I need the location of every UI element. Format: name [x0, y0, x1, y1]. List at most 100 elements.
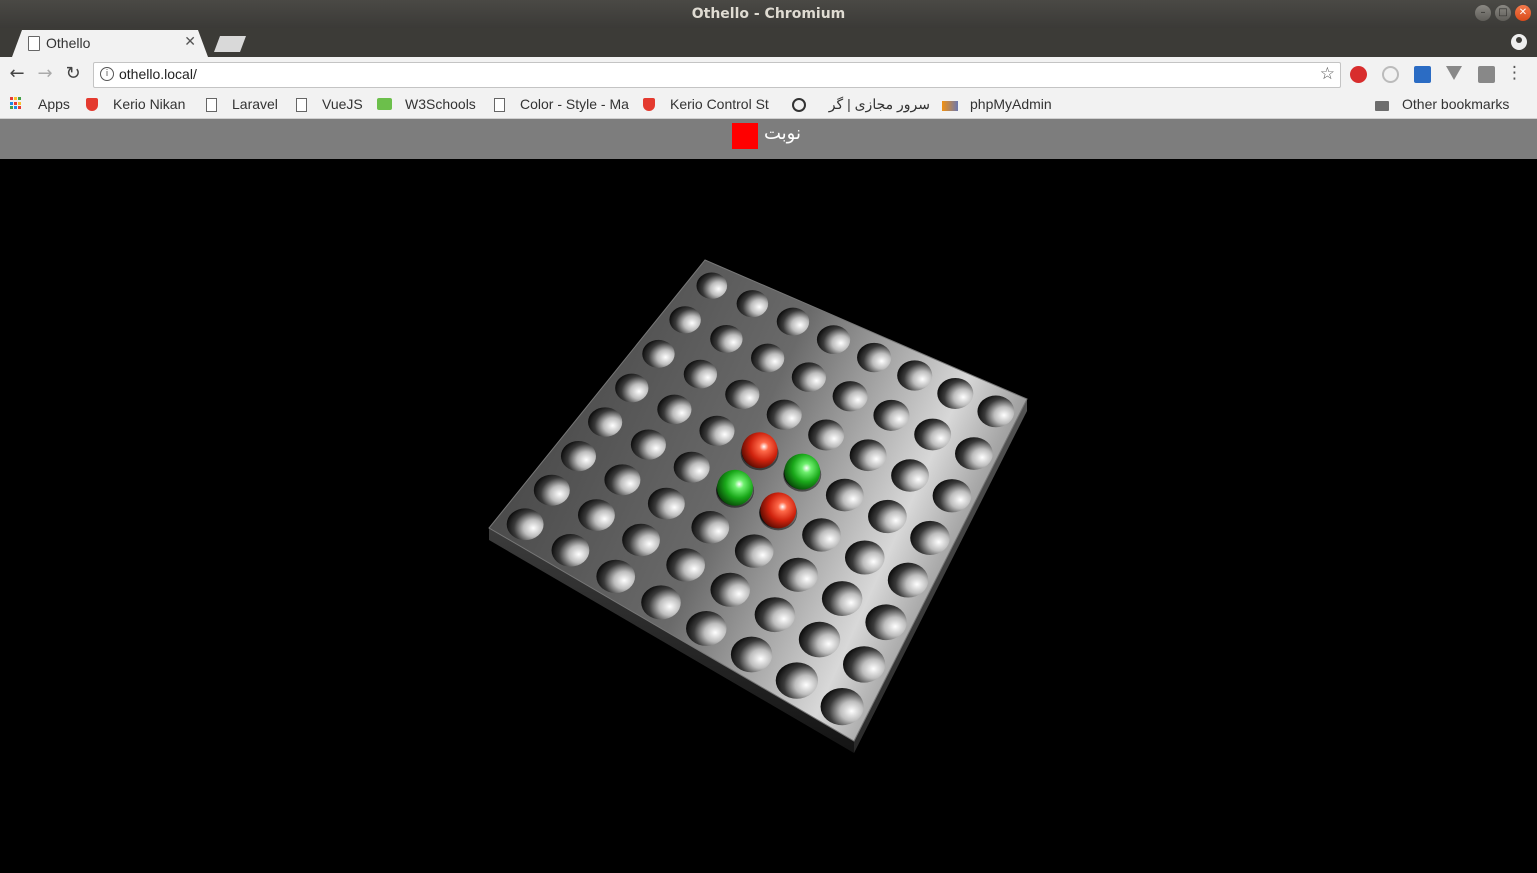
board-cell[interactable] — [642, 339, 675, 368]
board-cell[interactable] — [696, 272, 728, 299]
board-cell[interactable] — [710, 324, 743, 353]
bookmark-w3schools[interactable]: W3Schools — [405, 96, 476, 112]
board-cell[interactable] — [588, 407, 623, 437]
board-cell[interactable] — [821, 581, 863, 616]
board-cell[interactable] — [808, 419, 845, 451]
window-title-bar: Othello - Chromium – □ ✕ — [0, 0, 1537, 28]
minimize-icon[interactable]: – — [1475, 5, 1491, 21]
address-bar[interactable]: i othello.local/ ☆ — [93, 62, 1341, 88]
board-cell[interactable] — [622, 523, 660, 557]
extension-s-icon[interactable] — [1414, 66, 1431, 83]
game-canvas[interactable] — [0, 159, 1537, 873]
board-cell[interactable] — [914, 418, 952, 451]
bookmark-phpmyadmin[interactable]: phpMyAdmin — [970, 96, 1052, 112]
board-cell[interactable] — [596, 559, 636, 594]
profile-icon[interactable] — [1511, 34, 1527, 50]
board-cell[interactable] — [865, 604, 907, 641]
extension-circle-icon[interactable] — [1382, 66, 1399, 83]
red-piece — [741, 432, 778, 469]
board-cell[interactable] — [844, 540, 885, 575]
new-tab-button[interactable] — [214, 36, 246, 52]
board-cell[interactable] — [868, 499, 907, 534]
extension-v-icon[interactable] — [1446, 66, 1462, 80]
turn-color-indicator — [732, 123, 758, 149]
tab-othello[interactable]: Othello ✕ — [12, 30, 208, 57]
board-cell[interactable] — [736, 290, 769, 318]
extension-grid-icon[interactable] — [1478, 66, 1495, 83]
extension-red-icon[interactable] — [1350, 66, 1367, 83]
close-window-icon[interactable]: ✕ — [1515, 5, 1531, 21]
board-cell[interactable] — [937, 377, 974, 409]
board-cell[interactable] — [710, 572, 751, 607]
board-cell[interactable] — [734, 534, 774, 568]
board-cell[interactable] — [630, 429, 666, 460]
bookmark-virtual-server[interactable]: سرور مجازی | گر — [820, 96, 930, 113]
bookmark-laravel[interactable]: Laravel — [232, 96, 278, 112]
bookmark-apps[interactable]: Apps — [38, 96, 70, 112]
green-piece — [716, 469, 753, 506]
board-cell[interactable] — [977, 395, 1015, 428]
board-cell[interactable] — [560, 441, 597, 472]
board-cell[interactable] — [955, 437, 993, 470]
board-cell[interactable] — [669, 306, 701, 334]
board-cell[interactable] — [776, 307, 810, 336]
board-cell[interactable] — [873, 399, 910, 431]
tab-close-icon[interactable]: ✕ — [184, 34, 196, 50]
board-cell[interactable] — [897, 360, 933, 391]
board-cell[interactable] — [725, 379, 760, 410]
board-cell[interactable] — [910, 520, 950, 555]
board-cell[interactable] — [577, 499, 615, 531]
board-cell[interactable] — [798, 621, 841, 658]
board-cell[interactable] — [754, 597, 796, 633]
board-cell[interactable] — [666, 548, 706, 582]
board-cell[interactable] — [551, 534, 590, 567]
bookmark-kerio-nikan[interactable]: Kerio Nikan — [113, 96, 185, 112]
satellite-icon — [792, 98, 806, 112]
reload-icon[interactable]: ↻ — [62, 63, 84, 85]
board-cell[interactable] — [657, 394, 692, 425]
bookmark-vuejs[interactable]: VueJS — [322, 96, 363, 112]
bookmark-color-style[interactable]: Color - Style - Ma — [520, 96, 630, 112]
board-cell[interactable] — [691, 511, 730, 544]
info-icon[interactable]: i — [100, 67, 114, 81]
board-cell[interactable] — [604, 464, 641, 496]
board-cell[interactable] — [825, 478, 864, 512]
back-icon[interactable]: ← — [6, 63, 28, 85]
bookmark-other[interactable]: Other bookmarks — [1402, 96, 1509, 112]
board-cell[interactable] — [849, 439, 887, 472]
board-cell[interactable] — [857, 342, 892, 373]
board-cell[interactable] — [641, 585, 681, 620]
board-cell[interactable] — [615, 373, 649, 403]
board-cell[interactable] — [766, 399, 802, 430]
bookmark-kerio-control[interactable]: Kerio Control St — [670, 96, 778, 112]
board-cell[interactable] — [832, 381, 868, 412]
board-cell[interactable] — [887, 562, 929, 598]
board-cell[interactable] — [699, 415, 735, 446]
board-cell[interactable] — [673, 451, 710, 483]
board-cell[interactable] — [506, 508, 544, 541]
bookmark-star-icon[interactable]: ☆ — [1320, 64, 1335, 84]
w3schools-icon — [377, 98, 392, 110]
board-cell[interactable] — [778, 557, 818, 592]
board-cell[interactable] — [683, 359, 718, 389]
board-cell[interactable] — [730, 636, 773, 673]
forward-icon[interactable]: → — [34, 63, 56, 85]
board-cell[interactable] — [891, 459, 929, 492]
board-cell[interactable] — [802, 518, 841, 552]
maximize-icon[interactable]: □ — [1495, 5, 1511, 21]
pma-icon — [942, 101, 958, 111]
board-cell[interactable] — [686, 611, 727, 646]
shield-icon — [86, 98, 98, 111]
board-cell[interactable] — [820, 688, 864, 726]
board-cell[interactable] — [750, 343, 785, 373]
browser-toolbar: ← → ↻ i othello.local/ ☆ ⋮ — [0, 57, 1537, 92]
board-cell[interactable] — [816, 325, 851, 354]
board-cell[interactable] — [791, 362, 827, 392]
board-cell[interactable] — [533, 474, 570, 506]
board-cell[interactable] — [647, 487, 685, 520]
board-cell[interactable] — [775, 662, 819, 699]
menu-icon[interactable]: ⋮ — [1506, 63, 1523, 83]
board-cell[interactable] — [932, 479, 972, 513]
othello-board[interactable] — [0, 159, 1537, 873]
board-cell[interactable] — [842, 646, 886, 683]
